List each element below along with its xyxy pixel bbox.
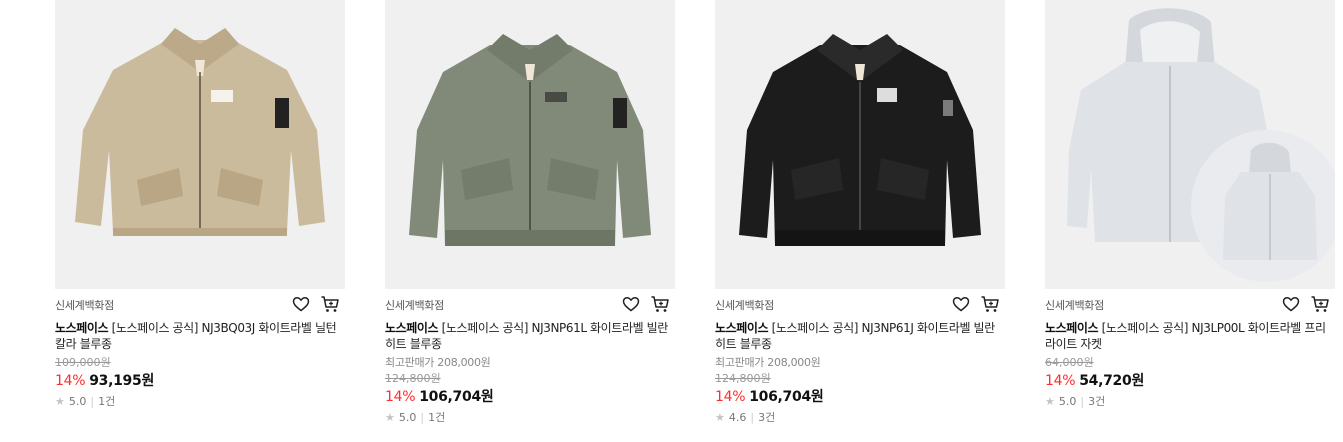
best-price: 최고판매가 208,000원 <box>385 356 491 369</box>
cart-icon[interactable] <box>650 294 670 314</box>
heart-icon[interactable] <box>291 294 311 314</box>
product-card[interactable]: 신세계백화점 노스페이스 [노스페이스 공식] NJ3BQ03J 화이트라벨 닐… <box>55 0 345 442</box>
price-block: 최고판매가 208,000원 124,800원 14% 106,704원 ★ 5.0… <box>385 355 675 427</box>
price-block: 109,000원 14% 93,195원 ★ 5.0 | 1건 <box>55 355 345 411</box>
product-title[interactable]: 노스페이스 [노스페이스 공식] NJ3BQ03J 화이트라벨 닐턴 칼라 블루… <box>55 320 345 352</box>
product-card[interactable]: 신세계백화점 노스페이스 [노스페이스 공식] NJ3NP61J 화이트라벨 빌… <box>715 0 1005 442</box>
discount-rate: 14% <box>55 373 86 389</box>
store-name: 신세계백화점 <box>1045 299 1104 312</box>
rating-score: 5.0 <box>68 395 87 408</box>
sale-price-row: 14% 54,720원 <box>1045 371 1335 392</box>
review-count: 3건 <box>758 411 776 424</box>
discount-rate: 14% <box>385 389 416 405</box>
price-block: 64,000원 14% 54,720원 ★ 5.0 | 3건 <box>1045 355 1335 411</box>
heart-icon[interactable] <box>951 294 971 314</box>
star-icon: ★ <box>1045 395 1055 408</box>
review-count: 1건 <box>98 395 116 408</box>
product-card[interactable]: 신세계백화점 노스페이스 [노스페이스 공식] NJ3NP61L 화이트라벨 빌… <box>385 0 675 442</box>
divider: | <box>90 395 95 408</box>
star-icon: ★ <box>715 411 725 424</box>
product-title[interactable]: 노스페이스 [노스페이스 공식] NJ3LP00L 화이트라벨 프리 라이트 자… <box>1045 320 1335 352</box>
rating-row: ★ 4.6 | 3건 <box>715 409 1005 427</box>
store-name: 신세계백화점 <box>385 299 444 312</box>
original-price: 64,000원 <box>1045 356 1094 369</box>
product-image[interactable] <box>55 0 345 289</box>
store-name: 신세계백화점 <box>715 299 774 312</box>
jacket-image <box>409 34 651 246</box>
original-price: 124,800원 <box>385 372 441 385</box>
price-block: 최고판매가 208,000원 124,800원 14% 106,704원 ★ 4.6… <box>715 355 1005 427</box>
sale-price: 106,704원 <box>749 389 824 405</box>
divider: | <box>750 411 755 424</box>
brand-name: 노스페이스 <box>385 321 439 335</box>
card-meta-row: 신세계백화점 <box>1045 294 1335 314</box>
jacket-image <box>739 34 981 246</box>
rating-row: ★ 5.0 | 3건 <box>1045 393 1335 411</box>
brand-name: 노스페이스 <box>55 321 109 335</box>
rating-row: ★ 5.0 | 1건 <box>55 393 345 411</box>
cart-icon[interactable] <box>1310 294 1330 314</box>
brand-name: 노스페이스 <box>1045 321 1099 335</box>
best-price: 최고판매가 208,000원 <box>715 356 821 369</box>
product-title[interactable]: 노스페이스 [노스페이스 공식] NJ3NP61J 화이트라벨 빌란 히트 블루… <box>715 320 1005 352</box>
sale-price: 93,195원 <box>89 373 155 389</box>
card-meta-row: 신세계백화점 <box>715 294 1005 314</box>
review-count: 1건 <box>428 411 446 424</box>
product-image[interactable] <box>715 0 1005 289</box>
store-name: 신세계백화점 <box>55 299 114 312</box>
divider: | <box>1080 395 1085 408</box>
heart-icon[interactable] <box>621 294 641 314</box>
heart-icon[interactable] <box>1281 294 1301 314</box>
brand-name: 노스페이스 <box>715 321 769 335</box>
discount-rate: 14% <box>715 389 746 405</box>
original-price: 109,000원 <box>55 356 111 369</box>
divider: | <box>420 411 425 424</box>
cart-icon[interactable] <box>320 294 340 314</box>
jacket-image <box>1067 8 1335 282</box>
sale-price-row: 14% 93,195원 <box>55 371 345 392</box>
sale-price-row: 14% 106,704원 <box>385 387 675 408</box>
card-meta-row: 신세계백화점 <box>55 294 345 314</box>
star-icon: ★ <box>55 395 65 408</box>
discount-rate: 14% <box>1045 373 1076 389</box>
sale-price: 54,720원 <box>1079 373 1145 389</box>
rating-score: 5.0 <box>398 411 417 424</box>
product-image[interactable] <box>1045 0 1335 289</box>
star-icon: ★ <box>385 411 395 424</box>
rating-row: ★ 5.0 | 1건 <box>385 409 675 427</box>
product-title[interactable]: 노스페이스 [노스페이스 공식] NJ3NP61L 화이트라벨 빌란 히트 블루… <box>385 320 675 352</box>
product-image[interactable] <box>385 0 675 289</box>
cart-icon[interactable] <box>980 294 1000 314</box>
jacket-image <box>75 28 325 236</box>
sale-price: 106,704원 <box>419 389 494 405</box>
rating-score: 5.0 <box>1058 395 1077 408</box>
sale-price-row: 14% 106,704원 <box>715 387 1005 408</box>
card-meta-row: 신세계백화점 <box>385 294 675 314</box>
product-grid: 신세계백화점 노스페이스 [노스페이스 공식] NJ3BQ03J 화이트라벨 닐… <box>0 0 1343 442</box>
product-card[interactable]: 신세계백화점 노스페이스 [노스페이스 공식] NJ3LP00L 화이트라벨 프… <box>1045 0 1335 442</box>
review-count: 3건 <box>1088 395 1106 408</box>
original-price: 124,800원 <box>715 372 771 385</box>
rating-score: 4.6 <box>728 411 747 424</box>
